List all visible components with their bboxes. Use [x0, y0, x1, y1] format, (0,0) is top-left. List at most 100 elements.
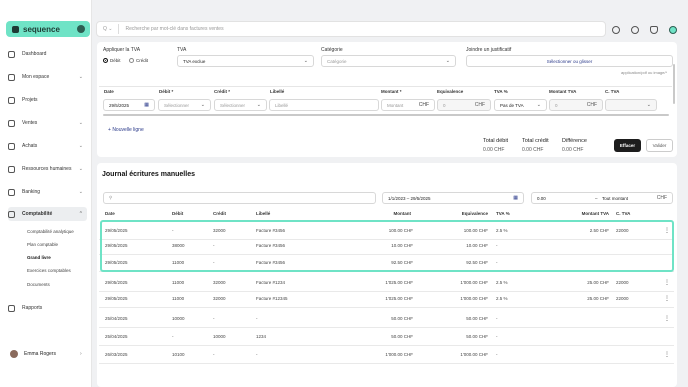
col-c-tva: C. TVA: [605, 89, 620, 94]
montant-input[interactable]: Montant CHF: [381, 99, 435, 111]
cell-tva: -: [496, 334, 498, 339]
subnav-exercices-comptables[interactable]: Exercices comptables: [27, 268, 71, 273]
montant-tva-value: 0: [555, 102, 558, 108]
sidebar-item-ressources-humaines[interactable]: Ressources humaines ⌄: [8, 162, 87, 176]
row-divider: [99, 307, 674, 308]
cell-tva: 2.5 %: [496, 280, 508, 285]
sidebar-item-dashboard[interactable]: Dashboard: [8, 47, 87, 61]
chevron-down-icon: ⌄: [78, 74, 83, 80]
date-value: 29/5/2025: [109, 102, 130, 108]
sidebar-item-banking[interactable]: Banking ⌄: [8, 185, 87, 199]
bank-icon: [8, 188, 15, 196]
sidebar-item-comptabilite[interactable]: Comptabilité ⌃: [8, 207, 87, 221]
date-input[interactable]: 29/5/2025 ▦: [103, 99, 155, 111]
row-divider: [99, 291, 674, 292]
topbar: Q ⌄ Recherche par mot-clé dans factures …: [92, 16, 688, 42]
chevron-down-icon: ⌄: [78, 143, 83, 149]
tva-rate-select[interactable]: Pas de TVA ⌄: [494, 99, 547, 111]
cell-debit: 10000: [172, 316, 185, 321]
cell-debit: 10100: [172, 352, 185, 357]
app-logo[interactable]: sequence: [6, 21, 90, 37]
c-tva-select[interactable]: ⌄: [605, 99, 657, 111]
subnav-grand-livre[interactable]: Grand livre: [27, 255, 51, 260]
scrollbar[interactable]: [673, 64, 675, 104]
equivalence-value: 0: [443, 102, 446, 108]
row-menu-icon[interactable]: ⋮: [664, 315, 670, 322]
currency-label: CHF: [586, 102, 597, 108]
logo-mark-icon: [12, 25, 19, 33]
cell-date: 29/05/2025: [105, 280, 128, 285]
cell-debit: 38000: [172, 243, 185, 248]
col-tva: TVA %: [496, 211, 510, 216]
cell-date: 25/04/2025: [105, 334, 128, 339]
sidebar-item-achats[interactable]: Achats ⌄: [8, 139, 87, 153]
sidebar-item-ventes[interactable]: Ventes ⌄: [8, 116, 87, 130]
categorie-select[interactable]: Catégorie ⌄: [321, 55, 456, 67]
cell-c-tva: 22000: [616, 296, 629, 301]
journal-search-input[interactable]: ⚲: [103, 192, 376, 204]
credit-select[interactable]: Sélectionner ⌄: [214, 99, 267, 111]
row-menu-icon[interactable]: ⋮: [664, 295, 670, 302]
subnav-plan-comptable[interactable]: Plan comptable: [27, 242, 58, 247]
help-icon[interactable]: [669, 26, 677, 34]
sidebar-item-label: Comptabilité: [22, 211, 53, 217]
sidebar-item-rapports[interactable]: Rapports: [8, 301, 87, 315]
libelle-input[interactable]: Libellé: [269, 99, 379, 111]
add-line-label: Nouvelle ligne: [112, 127, 144, 133]
clear-button[interactable]: Effacer: [614, 139, 641, 152]
divider: [99, 86, 672, 87]
cell-debit: -: [172, 334, 174, 339]
search-scope-icon[interactable]: Q ⌄: [103, 26, 112, 32]
debit-select[interactable]: Sélectionner ⌄: [158, 99, 211, 111]
cell-montant-tva: 2.50 CHF: [589, 228, 609, 233]
sidebar-item-mon-espace[interactable]: Mon espace ⌄: [8, 70, 87, 84]
search-input[interactable]: Q ⌄ Recherche par mot-clé dans factures …: [96, 21, 606, 37]
row-menu-icon[interactable]: ⋮: [664, 279, 670, 286]
ledger-icon: [8, 210, 15, 218]
cell-debit: 11000: [172, 280, 185, 285]
journal-title: Journal écritures manuelles: [102, 171, 195, 178]
cell-tva: 2.5 %: [496, 296, 508, 301]
equivalence-input: 0 CHF: [437, 99, 491, 111]
credit-radio[interactable]: [129, 58, 134, 63]
cell-credit: -: [213, 260, 215, 265]
cell-montant: 1'025.00 CHF: [385, 280, 413, 285]
debit-radio[interactable]: [103, 58, 108, 63]
chevron-down-icon: ⌄: [536, 102, 541, 108]
cell-date: 29/05/2025: [105, 260, 128, 265]
horizontal-scrollbar[interactable]: [103, 114, 669, 116]
cell-equivalence: 1'000.00 CHF: [460, 352, 488, 357]
sidebar-item-label: Projets: [22, 97, 38, 103]
user-menu[interactable]: Emma Rogers ›: [10, 350, 82, 358]
subnav-comptabilite-analytique[interactable]: Comptabilité analytique: [27, 229, 74, 234]
credit-placeholder: Sélectionner: [220, 102, 246, 108]
clock-icon[interactable]: [631, 26, 639, 34]
debit-placeholder: Sélectionner: [164, 102, 190, 108]
col-montant-tva: Montant TVA: [549, 89, 577, 94]
cell-libelle: Facture #3456: [256, 228, 286, 233]
sidebar-item-label: Mon espace: [22, 74, 50, 80]
date-range-input[interactable]: 1/1/2023 – 29/5/2025 ▦: [382, 192, 524, 204]
row-menu-icon[interactable]: ⋮: [664, 351, 670, 358]
bell-icon[interactable]: [650, 26, 658, 34]
calendar-icon[interactable]: ▦: [513, 195, 518, 201]
amount-range-input[interactable]: 0.00 – Tout montant CHF: [531, 192, 673, 204]
row-menu-icon[interactable]: ⋮: [664, 227, 670, 234]
add-icon[interactable]: [612, 26, 620, 34]
cell-equivalence: 100.00 CHF: [463, 228, 488, 233]
tva-rate-value: Pas de TVA: [500, 102, 524, 108]
col-equivalence: Equivalence: [437, 89, 464, 94]
add-line-button[interactable]: + Nouvelle ligne: [108, 127, 144, 133]
cell-credit: 32000: [213, 296, 226, 301]
subnav-documents[interactable]: Documents: [27, 282, 50, 287]
debit-radio-label: Débit: [110, 58, 121, 63]
cart-icon: [8, 142, 15, 150]
justif-upload-button[interactable]: Sélectionner ou glisser: [466, 55, 673, 67]
cell-libelle: Facture #3456: [256, 243, 286, 248]
tva-select[interactable]: TVA exclue ⌄: [177, 55, 314, 67]
cell-debit: -: [172, 228, 174, 233]
validate-button[interactable]: Valider: [646, 139, 673, 152]
amount-separator: –: [595, 195, 598, 201]
calendar-icon[interactable]: ▦: [144, 102, 149, 108]
sidebar-item-projets[interactable]: Projets: [8, 93, 87, 107]
